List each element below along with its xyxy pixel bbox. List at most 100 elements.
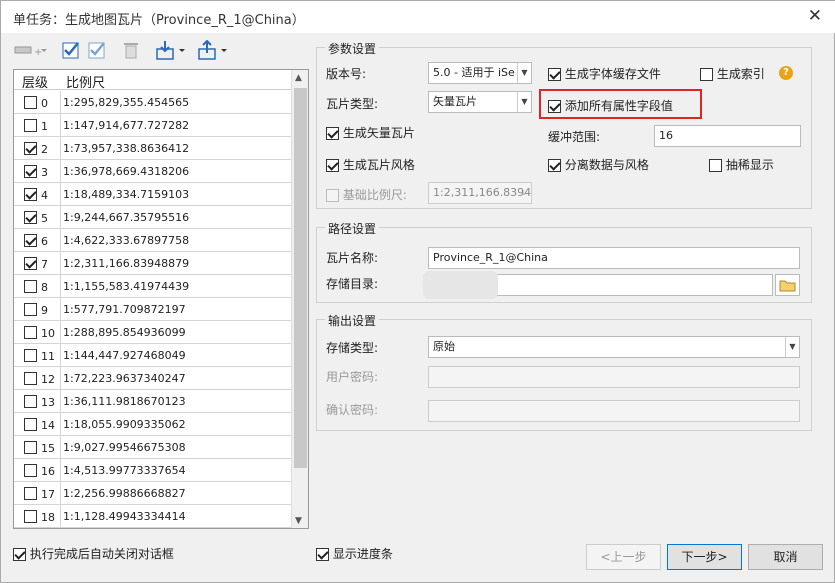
storage-type-select[interactable]: 原始 ▼	[428, 336, 800, 358]
import-button[interactable]	[155, 39, 187, 61]
gen-font-cache-option[interactable]: 生成字体缓存文件	[548, 65, 661, 82]
table-row[interactable]: 0 1:295,829,355.454565	[14, 91, 292, 114]
gen-index-label: 生成索引	[716, 67, 765, 81]
level-checkbox[interactable]	[24, 188, 37, 201]
level-checkbox[interactable]	[24, 165, 37, 178]
table-row[interactable]: 18 1:1,128.49943334414	[14, 505, 292, 528]
select-inverse-icon	[88, 42, 105, 59]
confirm-password-input	[428, 400, 800, 422]
cancel-button[interactable]: 取消	[748, 544, 823, 570]
auto-close-label: 执行完成后自动关闭对话框	[29, 547, 174, 561]
show-progress-label: 显示进度条	[332, 547, 393, 561]
table-row[interactable]: 6 1:4,622,333.67897758	[14, 229, 292, 252]
chevron-down-icon: ▼	[517, 92, 531, 112]
scroll-down-icon[interactable]: ▼	[295, 516, 302, 526]
scroll-thumb[interactable]	[294, 88, 307, 468]
tile-type-select[interactable]: 矢量瓦片 ▼	[428, 91, 532, 113]
browse-folder-button[interactable]	[775, 274, 800, 296]
table-row[interactable]: 17 1:2,256.99886668827	[14, 482, 292, 505]
level-checkbox[interactable]	[24, 257, 37, 270]
buffer-input[interactable]: 16	[654, 125, 801, 147]
delete-button[interactable]	[121, 39, 141, 61]
table-row[interactable]: 2 1:73,957,338.8636412	[14, 137, 292, 160]
user-password-label: 用户密码:	[326, 370, 379, 384]
gen-tile-style-option[interactable]: 生成瓦片风格	[326, 156, 415, 173]
table-row[interactable]: 1 1:147,914,677.727282	[14, 114, 292, 137]
table-row[interactable]: 3 1:36,978,669.4318206	[14, 160, 292, 183]
version-label: 版本号:	[326, 67, 367, 81]
level-checkbox[interactable]	[24, 487, 37, 500]
scale-cell: 1:144,447.927468049	[60, 344, 186, 367]
table-row[interactable]: 4 1:18,489,334.7159103	[14, 183, 292, 206]
level-checkbox[interactable]	[24, 418, 37, 431]
gen-tile-style-checkbox[interactable]	[326, 159, 339, 172]
add-level-button[interactable]: +	[13, 39, 47, 61]
level-cell: 16	[41, 465, 55, 478]
auto-close-checkbox[interactable]	[13, 548, 26, 561]
level-checkbox[interactable]	[24, 280, 37, 293]
gen-index-checkbox[interactable]	[700, 68, 713, 81]
tile-name-input[interactable]: Province_R_1@China	[428, 247, 800, 269]
table-row[interactable]: 8 1:1,155,583.41974439	[14, 275, 292, 298]
show-progress-checkbox[interactable]	[316, 548, 329, 561]
table-row[interactable]: 7 1:2,311,166.83948879	[14, 252, 292, 275]
params-title: 参数设置	[325, 40, 380, 57]
separate-data-style-label: 分离数据与风格	[564, 158, 649, 172]
level-checkbox[interactable]	[24, 303, 37, 316]
level-checkbox[interactable]	[24, 441, 37, 454]
level-checkbox[interactable]	[24, 510, 37, 523]
level-cell: 15	[41, 442, 55, 455]
scale-cell: 1:577,791.709872197	[60, 298, 186, 321]
level-cell: 13	[41, 396, 55, 409]
level-checkbox[interactable]	[24, 96, 37, 109]
gen-font-cache-checkbox[interactable]	[548, 68, 561, 81]
export-icon	[198, 40, 227, 60]
table-row[interactable]: 13 1:36,111.9818670123	[14, 390, 292, 413]
table-scrollbar[interactable]: ▲ ▼	[291, 70, 308, 528]
separate-data-style-checkbox[interactable]	[548, 159, 561, 172]
scale-cell: 1:36,978,669.4318206	[60, 160, 189, 183]
base-scale-option: 基础比例尺:	[326, 186, 407, 203]
level-checkbox[interactable]	[24, 372, 37, 385]
tile-name-label: 瓦片名称:	[326, 251, 379, 265]
level-checkbox[interactable]	[24, 395, 37, 408]
scroll-up-icon[interactable]: ▲	[295, 73, 302, 83]
version-select[interactable]: 5.0 - 适用于 iSe ▼	[428, 62, 532, 84]
thin-display-checkbox[interactable]	[709, 159, 722, 172]
level-checkbox[interactable]	[24, 464, 37, 477]
base-scale-checkbox	[326, 189, 339, 202]
table-row[interactable]: 16 1:4,513.99773337654	[14, 459, 292, 482]
storage-type-label: 存储类型:	[326, 341, 379, 355]
table-row[interactable]: 9 1:577,791.709872197	[14, 298, 292, 321]
level-checkbox[interactable]	[24, 142, 37, 155]
table-row[interactable]: 10 1:288,895.854936099	[14, 321, 292, 344]
gen-index-option[interactable]: 生成索引	[700, 65, 765, 82]
level-checkbox[interactable]	[24, 349, 37, 362]
show-progress-option[interactable]: 显示进度条	[316, 545, 393, 562]
table-row[interactable]: 11 1:144,447.927468049	[14, 344, 292, 367]
export-button[interactable]	[197, 39, 229, 61]
level-checkbox[interactable]	[24, 234, 37, 247]
select-all-button[interactable]	[61, 39, 83, 61]
level-checkbox[interactable]	[24, 211, 37, 224]
table-row[interactable]: 15 1:9,027.99546675308	[14, 436, 292, 459]
scale-cell: 1:147,914,677.727282	[60, 114, 189, 137]
auto-close-option[interactable]: 执行完成后自动关闭对话框	[13, 545, 174, 562]
table-row[interactable]: 5 1:9,244,667.35795516	[14, 206, 292, 229]
thin-display-option[interactable]: 抽稀显示	[709, 156, 774, 173]
gen-vector-tiles-option[interactable]: 生成矢量瓦片	[326, 124, 415, 141]
level-checkbox[interactable]	[24, 326, 37, 339]
close-icon[interactable]: ✕	[808, 6, 822, 26]
level-checkbox[interactable]	[24, 119, 37, 132]
select-inverse-button[interactable]	[87, 39, 109, 61]
gen-vector-tiles-checkbox[interactable]	[326, 127, 339, 140]
storage-type-value: 原始	[433, 340, 455, 353]
import-icon	[156, 41, 185, 60]
table-row[interactable]: 12 1:72,223.9637340247	[14, 367, 292, 390]
separate-data-style-option[interactable]: 分离数据与风格	[548, 156, 649, 173]
help-icon[interactable]: ?	[779, 66, 793, 80]
gen-vector-tiles-label: 生成矢量瓦片	[342, 126, 415, 140]
next-button[interactable]: 下一步>	[667, 544, 742, 570]
table-row[interactable]: 14 1:18,055.9909335062	[14, 413, 292, 436]
prev-button[interactable]: <上一步	[586, 544, 661, 570]
